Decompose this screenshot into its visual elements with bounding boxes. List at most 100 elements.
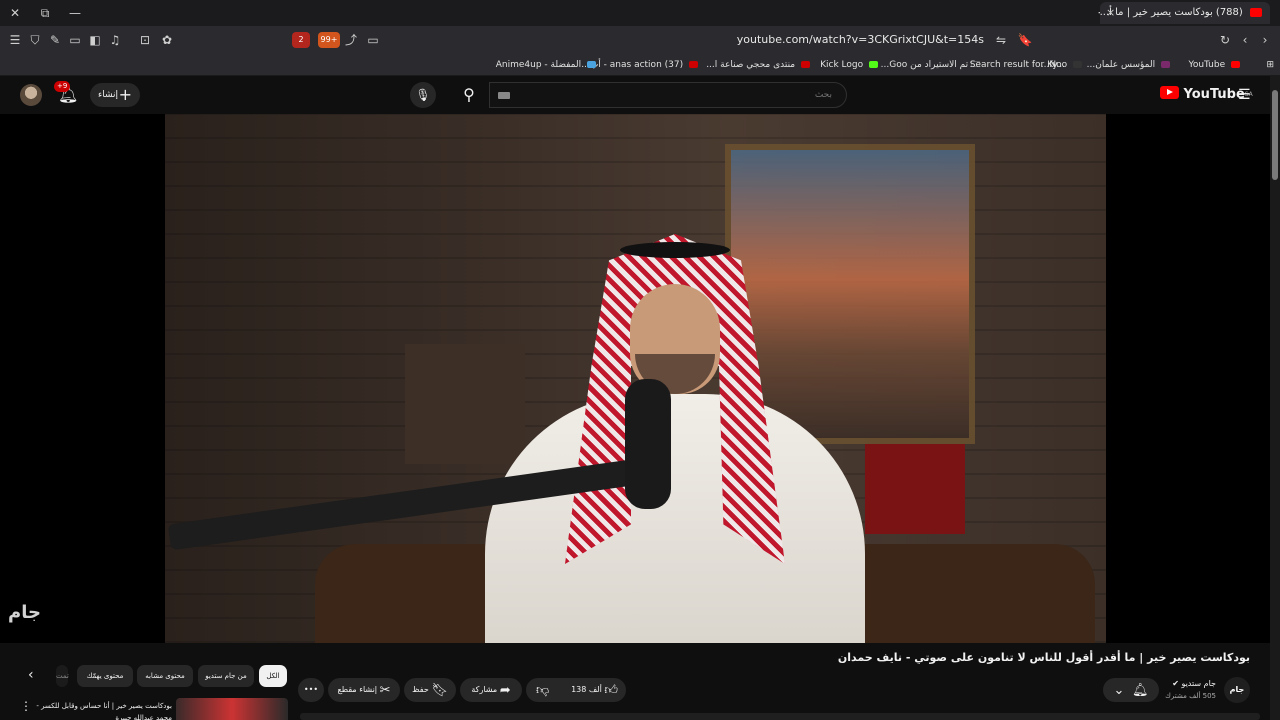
bookmark-item[interactable]: YouTube xyxy=(1189,57,1240,73)
bookmark-item[interactable]: منتدى محجي صناعة ا... xyxy=(706,57,810,73)
more-actions-button[interactable]: ••• xyxy=(298,678,324,702)
subscriber-count: 505 ألف مشترك xyxy=(1165,692,1216,700)
chip-for-you[interactable]: محتوى يهمّك xyxy=(77,665,133,687)
bookmark-label: المؤسس علمان... xyxy=(1086,60,1156,70)
shield-icon[interactable]: ⛉ xyxy=(26,31,44,49)
address-bar[interactable]: 2 99+ ⤴ ▭ youtube.com/watch?v=3CKGrixtCJ… xyxy=(290,29,1040,51)
share-page-icon[interactable]: ⤴ xyxy=(342,31,360,49)
agal xyxy=(620,242,730,258)
forward-icon[interactable]: › xyxy=(1256,31,1274,49)
page-scrollbar[interactable] xyxy=(1270,76,1280,720)
chip-label: محتوى مشابه xyxy=(145,672,185,680)
screenshot-icon[interactable]: ⊡ xyxy=(136,31,154,49)
clip-label: إنشاء مقطع xyxy=(337,685,378,694)
notifications-button[interactable]: 🔔︎ +9 xyxy=(54,81,78,105)
voice-search-button[interactable]: 🎙︎ xyxy=(410,82,436,108)
more-icon: ••• xyxy=(303,685,319,694)
related-video-title[interactable]: بودكاست يصير خير | أنا حساس وقابل للكسر … xyxy=(36,700,172,720)
extension-badge-1[interactable]: 2 xyxy=(292,32,310,48)
video-frame xyxy=(165,114,1106,643)
video-player[interactable]: جام xyxy=(0,114,1270,643)
bookmark-label: YouTube xyxy=(1188,60,1226,70)
window-minimize-icon[interactable]: — xyxy=(66,4,84,22)
related-more-icon[interactable]: ⋮ xyxy=(20,699,32,713)
share-button[interactable]: مشاركة ➦ xyxy=(460,678,522,702)
bookmark-label: منتدى محجي صناعة ا... xyxy=(706,60,796,70)
logo-text: YouTube xyxy=(1183,87,1245,102)
create-button[interactable]: إنشاء + xyxy=(90,83,140,107)
thumbs-up-icon: 👍︎ xyxy=(604,683,618,698)
chip-overflow[interactable]: تمت xyxy=(56,665,69,687)
verified-icon: ✔ xyxy=(1172,679,1179,688)
chevron-left-icon[interactable]: ‹ xyxy=(28,667,34,683)
menu-icon[interactable]: ☰ xyxy=(6,31,24,49)
save-button[interactable]: حفظ 🔖︎ xyxy=(404,678,456,702)
bookmark-label: Kick Logo xyxy=(820,60,864,70)
search-box xyxy=(489,82,847,108)
window-restore-icon[interactable]: ⧉ xyxy=(36,4,54,22)
window-close-icon[interactable]: ✕ xyxy=(6,4,24,22)
channel-name[interactable]: جام ستديو ✔ xyxy=(1172,679,1216,688)
save-label: حفظ xyxy=(412,685,429,694)
url-text: youtube.com/watch?v=3CKGrixtCJU&t=154s xyxy=(736,33,984,46)
chip-related[interactable]: محتوى مشابه xyxy=(137,665,193,687)
pin-icon[interactable]: ✎ xyxy=(46,31,64,49)
tab-close-icon[interactable]: × xyxy=(1106,2,1115,24)
scrollbar-thumb[interactable] xyxy=(1272,90,1278,180)
chip-from-channel[interactable]: من جام ستديو xyxy=(198,665,254,687)
channel-watermark[interactable]: جام xyxy=(8,602,41,623)
search-input[interactable] xyxy=(490,83,846,107)
chip-label: من جام ستديو xyxy=(205,672,247,680)
mic-icon: 🎙︎ xyxy=(415,88,431,102)
share-icon: ➦ xyxy=(499,683,511,698)
channel-avatar[interactable]: جام xyxy=(1224,677,1250,703)
bookmark-item[interactable]: المفضلة - Anime4up xyxy=(496,57,596,73)
bookmark-favicon-icon xyxy=(1231,61,1240,68)
plus-icon: + xyxy=(118,85,132,104)
chevron-down-icon: ⌄ xyxy=(1113,683,1125,698)
channel-name-text: جام ستديو xyxy=(1181,679,1216,688)
bookmark-label: (37) anas action - أب... xyxy=(581,60,684,70)
reload-icon[interactable]: ↻ xyxy=(1216,31,1234,49)
bookmark-item[interactable]: (37) anas action - أب... xyxy=(581,57,698,73)
search-button[interactable]: ⚲ xyxy=(449,82,489,108)
browser-tab-youtube[interactable]: (788) بودكاست يصير خير | ما أ... × xyxy=(1100,2,1270,24)
tab-title: (788) بودكاست يصير خير | ما أ... xyxy=(1100,7,1243,18)
bookmark-label: تم الاستيراد من Goo... xyxy=(880,60,969,70)
clip-button[interactable]: إنشاء مقطع ✂ xyxy=(328,678,400,702)
dislike-button[interactable]: 👎︎ xyxy=(536,678,549,703)
back-icon[interactable]: ‹ xyxy=(1236,31,1254,49)
youtube-masthead: 🔔︎ +9 إنشاء + 🎙︎ ⚲ YouTubeSA ☰ xyxy=(0,76,1270,114)
white-thobe xyxy=(485,394,865,643)
sidebar-icon[interactable]: ◧ xyxy=(86,31,104,49)
all-bookmarks-icon[interactable]: ⊞ xyxy=(1266,57,1274,73)
brave-shield-badge[interactable]: 99+ xyxy=(318,32,340,48)
create-label: إنشاء xyxy=(98,90,119,100)
bookmark-item[interactable]: Kick Logo xyxy=(820,57,878,73)
subscribed-button[interactable]: ⌄ 🔔︎ xyxy=(1103,678,1159,702)
like-button[interactable]: 138 ألف 👍︎ xyxy=(571,678,618,703)
bookmark-item[interactable]: Search result for Ky... xyxy=(970,57,1065,73)
bookmark-item[interactable]: 🗀 تم الاستيراد من Goo... xyxy=(881,57,980,73)
tabs-icon[interactable]: ▭ xyxy=(66,31,84,49)
notification-count-badge: +9 xyxy=(54,81,71,92)
browser-tab-strip: ✕ ⧉ — + (788) بودكاست يصير خير | ما أ...… xyxy=(0,0,1280,26)
microphone xyxy=(625,379,671,509)
bookmark-label: Search result for Ky... xyxy=(969,60,1065,70)
extensions-icon[interactable]: ✿ xyxy=(158,31,176,49)
youtube-play-icon xyxy=(1160,86,1179,99)
bookmark-favicon-icon xyxy=(1161,61,1170,68)
page-settings-icon[interactable]: ⇋ xyxy=(992,31,1010,49)
bookmark-favicon-icon xyxy=(689,61,698,68)
bell-icon: 🔔︎ xyxy=(1132,683,1149,698)
cast-icon[interactable]: ▭ xyxy=(364,31,382,49)
music-icon[interactable]: ♫ xyxy=(106,31,124,49)
chip-label: تمت xyxy=(56,672,69,680)
bookmark-icon[interactable]: 🔖 xyxy=(1016,31,1034,49)
youtube-favicon-icon xyxy=(1250,7,1262,17)
related-video-thumbnail[interactable] xyxy=(176,698,288,720)
avatar[interactable] xyxy=(20,84,42,106)
chip-all[interactable]: الكل xyxy=(259,665,287,687)
guide-menu-icon[interactable]: ☰ xyxy=(1238,87,1251,103)
bookmark-item[interactable]: المؤسس علمان... xyxy=(1087,57,1170,73)
